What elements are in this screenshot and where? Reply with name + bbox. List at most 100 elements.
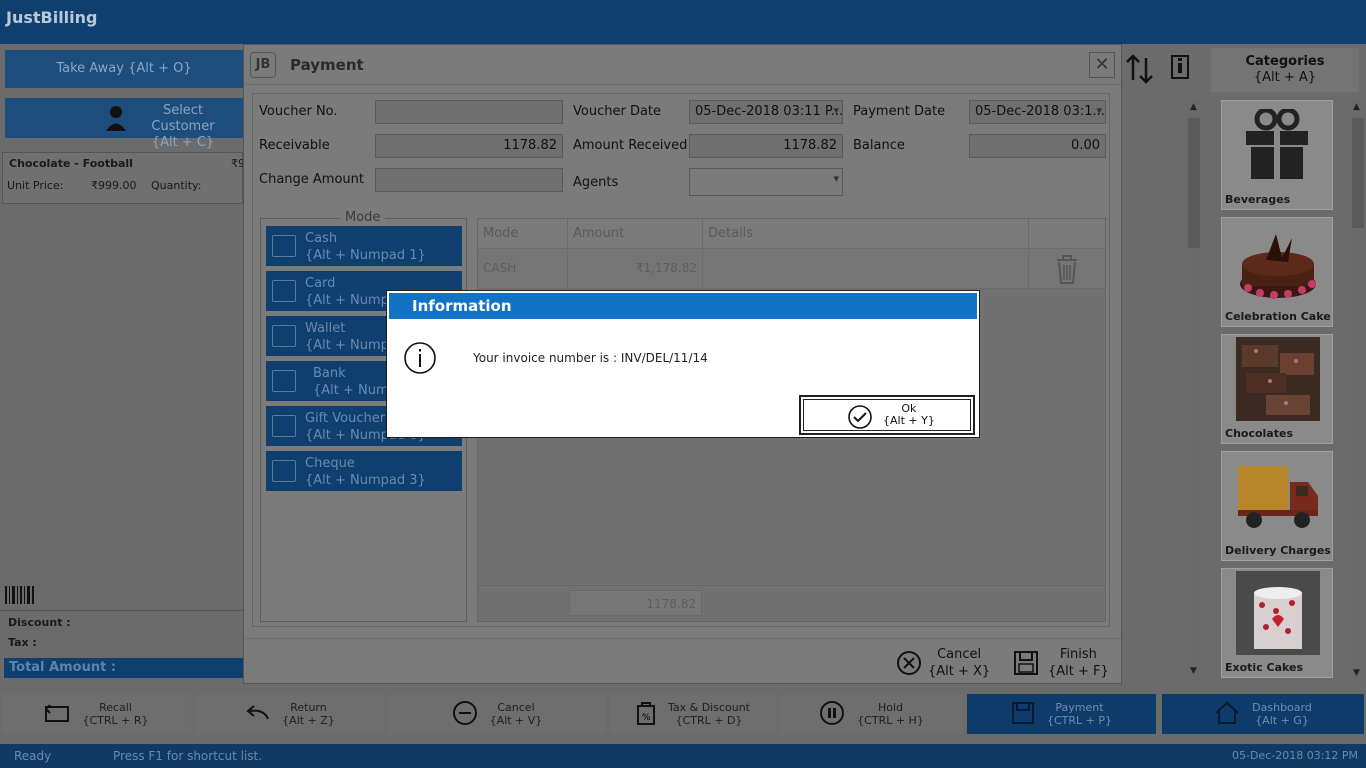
unit-price-label: Unit Price:: [7, 179, 64, 192]
row-amount: ₹1,178.82: [568, 249, 703, 289]
mode-legend: Mode: [340, 210, 386, 225]
chocolates-image: [1236, 337, 1320, 421]
save-icon: [1013, 649, 1039, 680]
categories-title: Categories: [1245, 54, 1325, 69]
category-exotic-cakes[interactable]: Exotic Cakes: [1221, 568, 1333, 678]
agents-select[interactable]: [689, 168, 843, 196]
categories-header[interactable]: Categories {Alt + A}: [1211, 48, 1359, 92]
hold-label: Hold: [877, 701, 904, 714]
category-label: Delivery Charges: [1225, 544, 1331, 557]
svg-text:%: %: [642, 713, 651, 723]
hold-shortcut: {CTRL + H}: [857, 714, 924, 727]
mode-name: Cheque: [305, 456, 355, 471]
cancel-shortcut: {Alt + X}: [928, 664, 991, 679]
app-logo: JustBilling: [6, 8, 98, 27]
payment-label: Payment: [1055, 701, 1104, 714]
tax-bag-icon: %: [636, 700, 656, 729]
category-beverages[interactable]: Beverages: [1221, 100, 1333, 210]
categories-scrollbar[interactable]: ▲ ▼: [1350, 98, 1366, 680]
category-celebration-cake[interactable]: Celebration Cake: [1221, 217, 1333, 327]
celebration-cake-image: [1236, 224, 1320, 304]
save-disk-icon: [1011, 701, 1035, 728]
wallet-icon: [272, 325, 296, 347]
payment-titlebar: JB Payment ✕: [244, 45, 1121, 85]
category-delivery-charges[interactable]: Delivery Charges: [1221, 451, 1333, 561]
info-panel-icon[interactable]: [1170, 54, 1192, 80]
category-label: Celebration Cake: [1225, 310, 1331, 323]
check-circle-icon: [847, 404, 873, 433]
change-amount-field[interactable]: [375, 168, 563, 192]
cash-icon: [272, 235, 296, 257]
info-message: Your invoice number is : INV/DEL/11/14: [473, 351, 708, 365]
cancel-label: Cancel: [937, 647, 982, 662]
information-dialog: Information Your invoice number is : INV…: [386, 290, 980, 438]
agents-label: Agents: [573, 175, 619, 190]
cancel-circle-icon: [895, 649, 923, 680]
mode-name: Card: [305, 276, 336, 291]
payment-button[interactable]: Payment {CTRL + P}: [967, 694, 1156, 734]
tax-discount-button[interactable]: % Tax & Discount {CTRL + D}: [610, 694, 776, 734]
sort-icon[interactable]: [1124, 52, 1158, 86]
return-button[interactable]: Return {Alt + Z}: [195, 694, 384, 734]
mode-name: Cash: [305, 231, 338, 246]
barcode-icon[interactable]: [4, 584, 38, 606]
receivable-field[interactable]: 1178.82: [375, 134, 563, 158]
hold-button[interactable]: Hold {CTRL + H}: [780, 694, 963, 734]
header-details: Details: [703, 219, 1029, 249]
category-chocolates[interactable]: Chocolates: [1221, 334, 1333, 444]
dashboard-shortcut: {Alt + G}: [1255, 714, 1309, 727]
mode-name: Bank: [313, 366, 346, 381]
mode-cash-button[interactable]: Cash {Alt + Numpad 1}: [266, 226, 462, 266]
voucher-date-picker[interactable]: 05-Dec-2018 03:11 P...: [689, 100, 843, 124]
unit-price-value: ₹999.00: [91, 179, 137, 192]
balance-field[interactable]: 0.00: [969, 134, 1106, 158]
delivery-truck-icon: [1236, 462, 1320, 535]
payment-date-label: Payment Date: [853, 104, 946, 119]
return-label: Return: [290, 701, 327, 714]
tax-discount-shortcut: {CTRL + D}: [675, 714, 743, 727]
mode-cheque-button[interactable]: Cheque {Alt + Numpad 3}: [266, 451, 462, 491]
voucher-no-label: Voucher No.: [259, 104, 338, 119]
table-row[interactable]: CASH ₹1,178.82: [478, 249, 1105, 289]
dashboard-button[interactable]: Dashboard {Alt + G}: [1162, 694, 1364, 734]
select-customer-button[interactable]: Select Customer {Alt + C}: [5, 98, 243, 150]
finish-button[interactable]: Finish {Alt + F}: [1012, 645, 1112, 681]
ok-shortcut: {Alt + Y}: [883, 414, 935, 427]
cheque-icon: [272, 460, 296, 482]
discount-label: Discount :: [8, 616, 71, 629]
cancel-bill-shortcut: {Alt + V}: [489, 714, 543, 727]
total-amount-label: Total Amount :: [4, 658, 243, 678]
table-header: Mode Amount Details: [478, 219, 1105, 249]
amount-received-field[interactable]: 1178.82: [689, 134, 843, 158]
recall-button[interactable]: Recall {CTRL + R}: [2, 694, 191, 734]
change-amount-label: Change Amount: [259, 172, 364, 187]
mode-shortcut: {Alt + Numpad 1}: [305, 248, 426, 263]
category-label: Beverages: [1225, 193, 1291, 206]
quantity-label: Quantity:: [151, 179, 202, 192]
cart-item[interactable]: Chocolate - Football ₹9 Unit Price: ₹999…: [2, 152, 245, 204]
close-icon[interactable]: ✕: [1089, 52, 1115, 78]
tax-label: Tax :: [8, 636, 37, 649]
payment-shortcut: {CTRL + P}: [1046, 714, 1112, 727]
gift-voucher-icon: [272, 415, 296, 437]
amount-received-label: Amount Received: [573, 138, 688, 153]
trash-icon[interactable]: [1054, 253, 1080, 288]
finish-label: Finish: [1059, 647, 1097, 662]
home-icon: [1214, 701, 1240, 728]
voucher-no-field[interactable]: [375, 100, 563, 124]
table-total: 1178.82: [569, 590, 702, 616]
payment-date-picker[interactable]: 05-Dec-2018 03:1...: [969, 100, 1106, 124]
return-shortcut: {Alt + Z}: [282, 714, 335, 727]
customer-icon: [105, 104, 127, 132]
header-mode: Mode: [478, 219, 568, 249]
cancel-button[interactable]: Cancel {Alt + X}: [892, 645, 992, 681]
take-away-button[interactable]: Take Away {Alt + O}: [5, 50, 243, 88]
finish-shortcut: {Alt + F}: [1048, 664, 1109, 679]
products-scrollbar[interactable]: ▲ ▼: [1186, 98, 1202, 680]
balance-label: Balance: [853, 138, 905, 153]
status-datetime: 05-Dec-2018 03:12 PM: [1232, 749, 1359, 762]
ok-button[interactable]: Ok {Alt + Y}: [799, 395, 975, 435]
cancel-bill-button[interactable]: Cancel {Alt + V}: [388, 694, 606, 734]
mode-shortcut: {Alt + Numpad 3}: [305, 473, 426, 488]
bank-icon: [272, 370, 296, 392]
